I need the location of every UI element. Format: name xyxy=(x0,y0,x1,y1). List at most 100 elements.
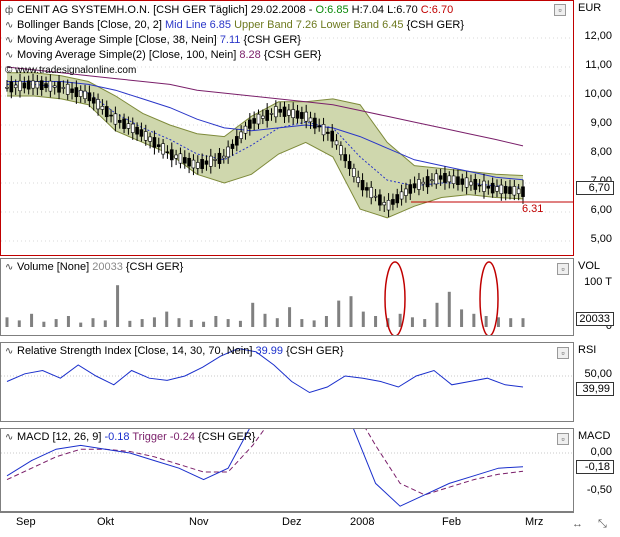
candle-body xyxy=(252,118,256,124)
candle-body xyxy=(35,81,40,89)
candle-body xyxy=(378,194,382,206)
x-tick-label: Sep xyxy=(16,516,36,528)
indicator-icon: ∿ xyxy=(5,346,14,357)
candle-body xyxy=(438,175,443,180)
candle-body xyxy=(508,186,512,195)
legend-rsi-val: 39.99 xyxy=(255,345,284,357)
volume-bar xyxy=(509,318,513,327)
volume-axis-label: VOL xyxy=(578,260,601,272)
macd-axis[interactable]: MACD 0,00 -0,50 -0,18 xyxy=(574,428,620,512)
price-pane[interactable]: ф CENIT AG SYSTEMH.O.N. [CSH GER Täglich]… xyxy=(0,0,574,256)
x-tick-label: Nov xyxy=(189,516,209,528)
legend-bollinger: Bollinger Bands [Close, 20, 2] xyxy=(17,19,162,31)
volume-bar xyxy=(30,313,34,327)
volume-axis[interactable]: VOL 100 T 0 20033 xyxy=(574,258,620,336)
candle-body xyxy=(421,181,426,185)
candle-body xyxy=(295,110,300,119)
scroll-left-icon[interactable]: ↔ xyxy=(572,518,583,530)
candle-body xyxy=(113,113,118,125)
pane-maximize-button[interactable]: ▫ xyxy=(554,4,566,16)
candle-body xyxy=(57,81,61,93)
volume-bar xyxy=(54,319,58,327)
volume-bar xyxy=(5,317,9,327)
candle-body xyxy=(425,176,430,188)
y-tick-label: 6,00 xyxy=(590,204,612,216)
legend-macd-trigger: Trigger -0.24 xyxy=(132,431,195,443)
legend-volume: Volume [None] xyxy=(17,261,90,273)
candle-body xyxy=(248,119,252,129)
candle-body xyxy=(386,200,391,211)
candle-body xyxy=(347,161,352,170)
candle-body xyxy=(226,146,230,158)
volume-bar xyxy=(447,291,451,327)
legend-macd-src: {CSH GER} xyxy=(198,431,256,443)
volume-bar xyxy=(361,311,365,327)
volume-bar xyxy=(189,319,193,327)
candle-body xyxy=(148,136,152,142)
volume-bar xyxy=(202,321,206,327)
candle-body xyxy=(31,80,35,89)
candle-body xyxy=(208,155,213,167)
candle-body xyxy=(282,106,287,117)
volume-bar xyxy=(374,316,378,327)
legend-high: H:7.04 xyxy=(351,4,385,16)
candle-body xyxy=(126,123,131,129)
legend-ma100-src: {CSH GER} xyxy=(263,49,322,61)
volume-bar xyxy=(140,319,144,327)
candle-body xyxy=(352,168,356,177)
candle-body xyxy=(26,80,31,90)
candle-body xyxy=(117,119,122,123)
candle-body xyxy=(200,159,204,169)
legend-bollinger-lower: Lower Band 6.45 xyxy=(320,19,404,31)
volume-bar xyxy=(17,320,21,327)
candle-body xyxy=(122,118,126,129)
macd-axis-label: MACD xyxy=(578,430,611,442)
rsi-pane[interactable]: ∿ Relative Strength Index [Close, 14, 30,… xyxy=(0,342,574,422)
candle-body xyxy=(464,177,469,188)
volume-bar xyxy=(435,302,439,327)
candle-body xyxy=(486,185,491,189)
candle-body xyxy=(74,87,79,98)
volume-pane[interactable]: ∿ Volume [None] 20033 {CSH GER} ▫ xyxy=(0,258,574,336)
volume-bar xyxy=(152,317,156,327)
legend-ma38-src: {CSH GER} xyxy=(243,34,301,46)
volume-bar xyxy=(177,318,181,327)
macd-legend: ∿ MACD [12, 26, 9] -0.18 Trigger -0.24 {C… xyxy=(5,431,255,443)
macd-pane[interactable]: ∿ MACD [12, 26, 9] -0.18 Trigger -0.24 {C… xyxy=(0,428,574,512)
candle-body xyxy=(317,125,322,128)
pane-maximize-button[interactable]: ▫ xyxy=(557,433,569,445)
candle-body xyxy=(65,83,70,95)
rsi-axis[interactable]: RSI 50,00 39,99 xyxy=(574,342,620,422)
candle-body xyxy=(213,159,217,161)
price-axis-label: EUR xyxy=(578,2,602,14)
candle-body xyxy=(330,130,335,142)
candle-body xyxy=(182,157,187,164)
y-tick-label: -0,50 xyxy=(586,484,612,496)
volume-bar xyxy=(460,309,464,327)
legend-macd: MACD [12, 26, 9] xyxy=(17,431,102,443)
candle-body xyxy=(490,182,495,194)
y-tick-label: 100 T xyxy=(584,276,612,288)
x-tick-label: Dez xyxy=(282,516,302,528)
volume-bar xyxy=(79,322,83,327)
candle-body xyxy=(217,152,222,164)
support-value-label: 6.31 xyxy=(522,203,544,215)
candle-body xyxy=(195,162,200,169)
candle-body xyxy=(434,173,439,185)
pane-maximize-button[interactable]: ▫ xyxy=(557,347,569,359)
resize-grip-icon[interactable]: ⤡ xyxy=(598,518,607,531)
volume-bar xyxy=(91,318,95,327)
legend-ma38-val: 7.11 xyxy=(219,34,241,46)
volume-bar xyxy=(238,320,242,327)
legend-volume-val: 20033 xyxy=(92,261,123,273)
volume-bar xyxy=(128,320,132,327)
volume-bar xyxy=(226,319,230,327)
price-axis[interactable]: EUR 12,00 11,00 10,00 9,00 8,00 7,00 6,0… xyxy=(554,0,620,256)
candle-body xyxy=(287,109,291,116)
pane-maximize-button[interactable]: ▫ xyxy=(557,263,569,275)
candle-body xyxy=(365,187,369,191)
candle-body xyxy=(5,87,9,89)
volume-bar xyxy=(251,302,255,327)
volume-bar xyxy=(103,320,107,327)
x-tick-label: 2008 xyxy=(350,516,375,528)
